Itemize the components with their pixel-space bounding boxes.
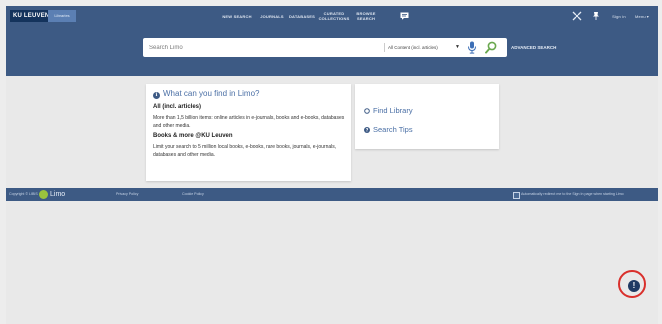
sign-in-link[interactable]: Sign in: [608, 6, 630, 26]
cookie-policy-link[interactable]: Cookie Policy: [182, 188, 204, 201]
microphone-icon[interactable]: [467, 41, 477, 54]
svg-text:?: ?: [366, 128, 369, 133]
what-can-you-find-card: i What can you find in Limo? All (incl. …: [146, 84, 351, 181]
limo-logo-icon: [39, 190, 48, 199]
scope-caret-icon[interactable]: ▼: [455, 38, 460, 57]
menu-label: Menu: [634, 13, 646, 19]
nav-new-search[interactable]: NEW SEARCH: [219, 6, 255, 26]
menu-caret-icon: ▾: [646, 13, 650, 19]
nav-curated-collections[interactable]: CURATED COLLECTIONS: [319, 6, 350, 26]
top-navigation-bar: KU LEUVEN Libraries NEW SEARCH JOURNALS …: [6, 6, 658, 26]
feedback-button[interactable]: !: [618, 270, 646, 298]
section-heading-books: Books & more @KU Leuven: [153, 133, 233, 139]
search-area: All Content (incl. articles) ▼ ADVANCED …: [6, 26, 658, 76]
menu-button[interactable]: Menu ▾: [634, 6, 650, 26]
advanced-search-link[interactable]: ADVANCED SEARCH: [511, 38, 556, 57]
redirect-label: Automatically redirect me to the Sign In…: [521, 192, 624, 196]
privacy-policy-link[interactable]: Privacy Policy: [116, 188, 138, 201]
redirect-checkbox[interactable]: [513, 192, 520, 199]
copyright-text: Copyright © LIBIS: [9, 192, 38, 196]
search-bar: All Content (incl. articles) ▼: [143, 38, 507, 57]
section-heading-all: All (incl. articles): [153, 104, 202, 110]
help-circle-icon: ?: [364, 127, 370, 133]
footer-bar: Copyright © LIBIS Limo Privacy Policy Co…: [6, 188, 658, 201]
info-icon: i: [153, 92, 160, 99]
scope-divider: [384, 43, 385, 52]
search-input[interactable]: [149, 38, 369, 57]
search-tips-link[interactable]: Search Tips: [373, 125, 413, 134]
nav-browse-search[interactable]: BROWSE SEARCH: [353, 6, 379, 26]
search-scope-select[interactable]: All Content (incl. articles): [388, 38, 438, 57]
nav-journals[interactable]: JOURNALS: [259, 6, 285, 26]
chat-icon[interactable]: [400, 12, 409, 20]
limo-app: KU LEUVEN Libraries NEW SEARCH JOURNALS …: [6, 6, 658, 324]
section-text-all: More than 1,5 billion items: online arti…: [153, 115, 345, 129]
alert-icon: !: [628, 280, 640, 292]
search-icon[interactable]: [485, 41, 497, 54]
ku-leuven-logo[interactable]: KU LEUVEN: [10, 10, 53, 22]
nav-databases[interactable]: DATABASES: [288, 6, 316, 26]
find-library-link[interactable]: Find Library: [373, 106, 413, 115]
limo-brand: Limo: [50, 191, 66, 198]
libraries-badge[interactable]: Libraries: [48, 10, 76, 22]
card-title: What can you find in Limo?: [163, 89, 260, 98]
section-text-books: Limit your search to 5 million local boo…: [153, 144, 337, 158]
location-pin-icon: [364, 108, 370, 114]
pin-icon[interactable]: [592, 11, 600, 21]
quick-links-card: Find Library ? Search Tips: [355, 84, 499, 149]
collapse-arrows-icon[interactable]: [572, 11, 582, 21]
